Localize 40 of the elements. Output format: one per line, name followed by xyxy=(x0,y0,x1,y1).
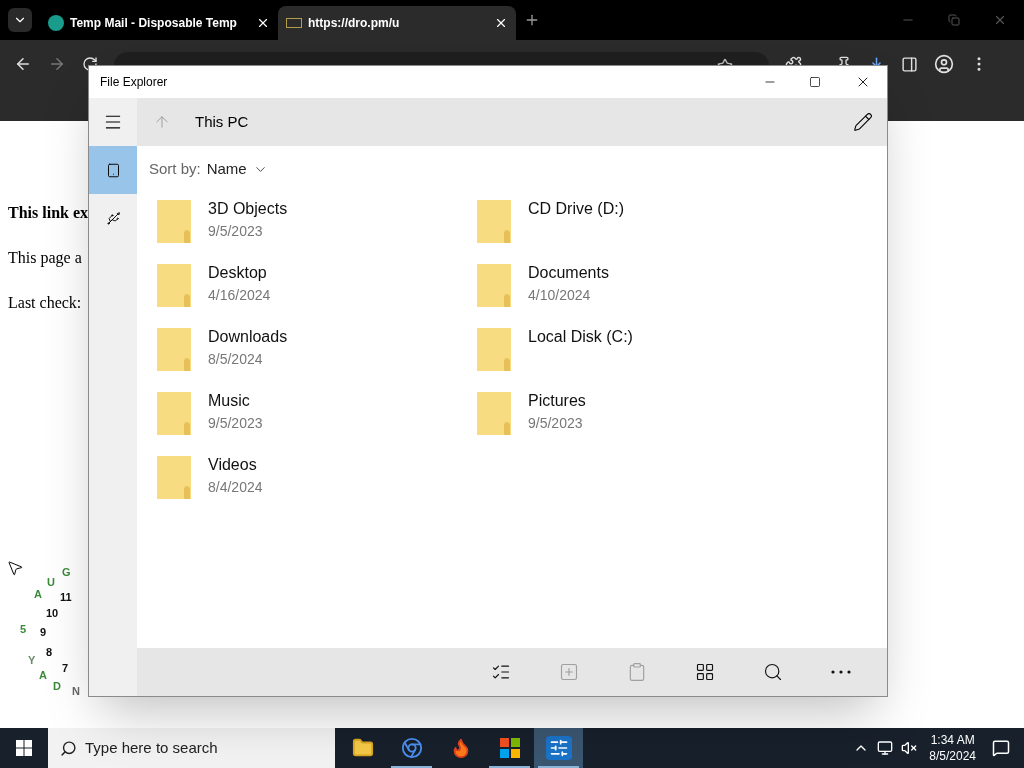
clock-mark: G xyxy=(62,567,71,578)
folder-date: 9/5/2023 xyxy=(208,222,264,241)
folder-date: 8/4/2024 xyxy=(208,478,263,497)
tab-title: Temp Mail - Disposable Temp xyxy=(70,15,238,32)
folder-date: 8/5/2024 xyxy=(208,350,264,369)
sort-label: Sort by: xyxy=(149,158,201,179)
page-text: This link ex xyxy=(8,203,89,223)
folder-date: 4/10/2024 xyxy=(528,286,592,305)
folder-name: Downloads xyxy=(208,327,288,347)
clock-mark: U xyxy=(47,577,55,588)
folder-name: Desktop xyxy=(208,263,268,283)
clock-mark: 10 xyxy=(46,608,59,619)
folder-name: 3D Objects xyxy=(208,199,288,219)
window-title: File Explorer xyxy=(99,74,169,91)
folder-name: Music xyxy=(208,391,251,411)
page-text: Last check: xyxy=(8,293,82,313)
clock-mark: Y xyxy=(28,655,36,666)
folder-name: Videos xyxy=(208,455,258,475)
folder-date: 4/16/2024 xyxy=(208,286,271,305)
clock-mark: A xyxy=(39,670,47,681)
folder-name: Local Disk (C:) xyxy=(528,327,633,347)
time-text: 1:34 AM xyxy=(930,732,975,748)
clock-mark: 11 xyxy=(60,592,72,603)
location-text: This PC xyxy=(195,111,250,132)
folder-name: CD Drive (D:) xyxy=(528,199,624,219)
clock-mark: 5 xyxy=(20,624,27,635)
folder-date: 9/5/2023 xyxy=(208,414,263,433)
page-text: This page a xyxy=(8,248,82,269)
clock-mark: 9 xyxy=(40,627,47,638)
folder-name: Pictures xyxy=(528,391,586,411)
folder-date: 9/5/2023 xyxy=(528,414,584,433)
clock-mark: 7 xyxy=(62,663,69,674)
folder-name: Documents xyxy=(528,263,609,283)
search-placeholder: Type here to search xyxy=(85,737,218,758)
clock-mark: D xyxy=(53,681,61,692)
tab-title: https://dro.pm/u xyxy=(308,15,401,32)
date-text: 8/5/2024 xyxy=(929,748,976,764)
clock-mark: N xyxy=(72,686,80,697)
clock-mark: 8 xyxy=(46,647,53,658)
clock-mark: A xyxy=(34,589,42,600)
